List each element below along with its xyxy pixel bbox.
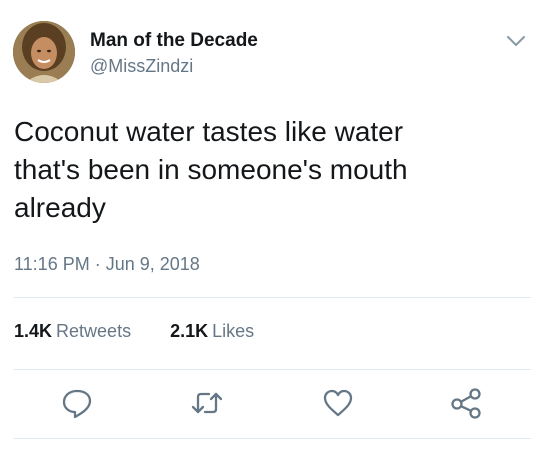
author-handle[interactable]: @MissZindzi xyxy=(90,56,193,77)
chevron-down-icon[interactable] xyxy=(504,32,528,50)
retweet-button[interactable] xyxy=(190,386,224,420)
reply-icon xyxy=(62,389,92,419)
reply-button[interactable] xyxy=(60,386,94,420)
tweet-stats: 1.4K Retweets 2.1K Likes xyxy=(14,321,254,342)
tweet-timestamp[interactable]: 11:16 PM · Jun 9, 2018 xyxy=(14,254,200,275)
divider xyxy=(14,297,531,298)
retweets-label: Retweets xyxy=(56,321,132,341)
heart-icon xyxy=(323,389,353,417)
like-button[interactable] xyxy=(321,386,355,420)
retweets-count: 1.4K xyxy=(14,321,53,341)
divider xyxy=(14,438,531,439)
likes-stat[interactable]: 2.1K Likes xyxy=(170,321,254,342)
likes-label: Likes xyxy=(212,321,255,341)
author-display-name[interactable]: Man of the Decade xyxy=(90,30,258,52)
avatar[interactable] xyxy=(13,21,75,83)
share-button[interactable] xyxy=(449,386,483,420)
divider xyxy=(14,369,531,370)
avatar-image xyxy=(13,21,75,83)
share-icon xyxy=(451,388,481,419)
likes-count: 2.1K xyxy=(170,321,209,341)
tweet-text: Coconut water tastes like water that's b… xyxy=(14,116,408,223)
tweet-card: Man of the Decade @MissZindzi Coconut wa… xyxy=(0,0,545,451)
retweet-icon xyxy=(191,392,223,414)
retweets-stat[interactable]: 1.4K Retweets xyxy=(14,321,131,342)
